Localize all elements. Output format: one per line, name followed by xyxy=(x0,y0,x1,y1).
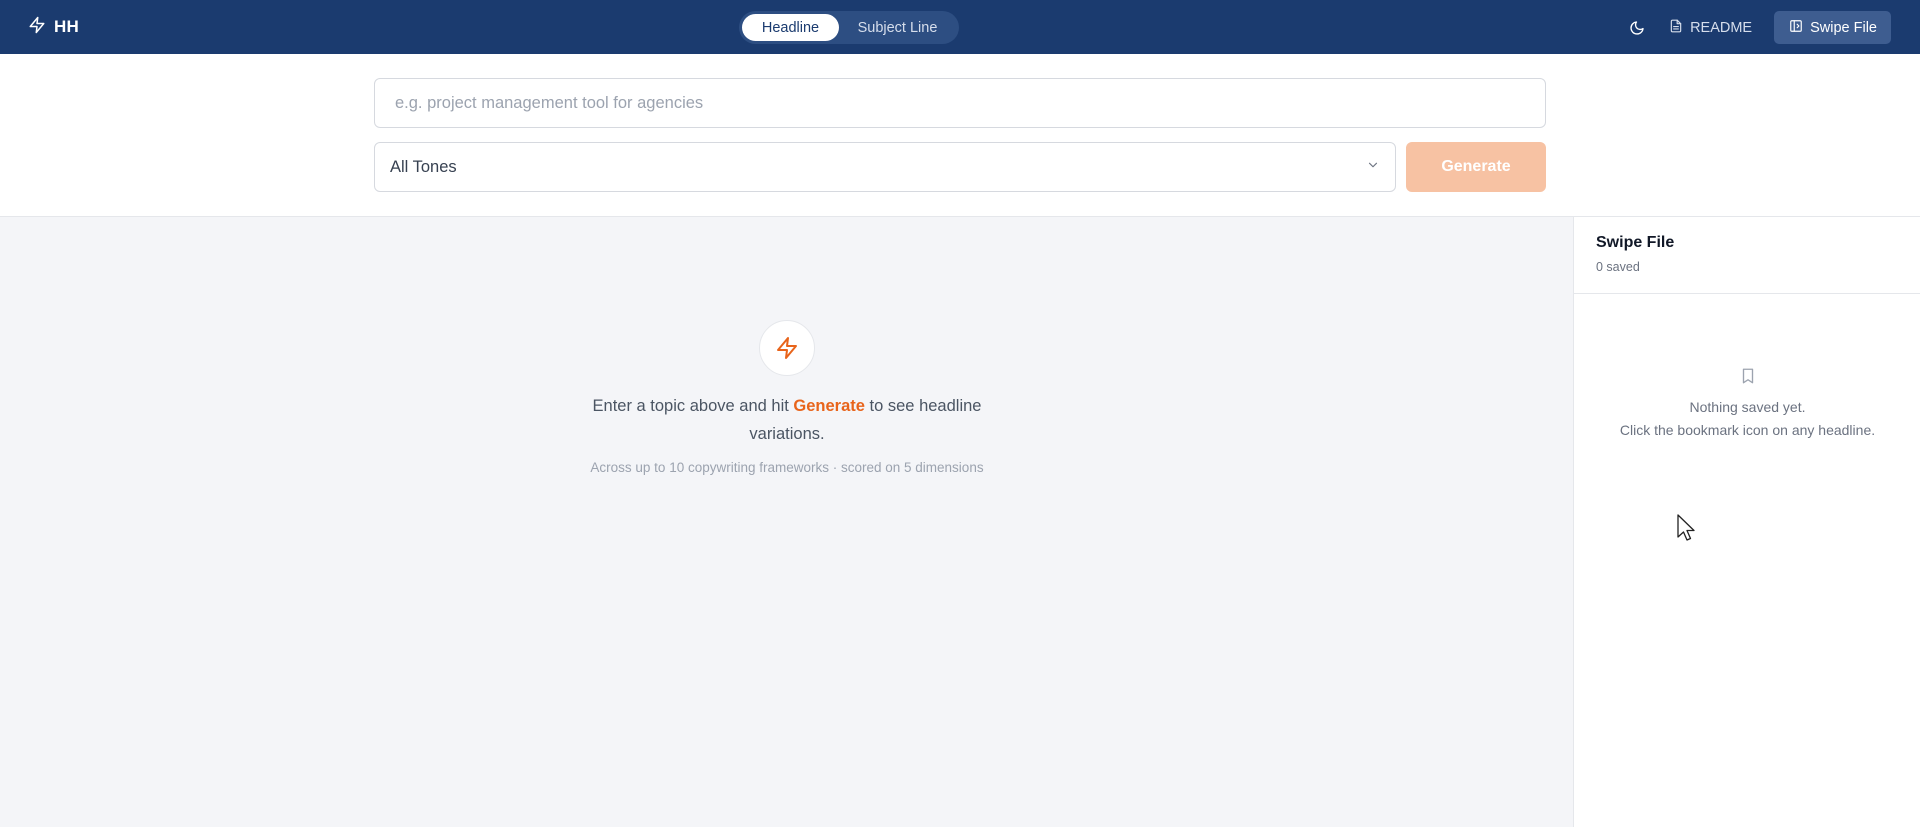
tab-headline[interactable]: Headline xyxy=(742,14,839,41)
swipe-file-label: Swipe File xyxy=(1810,19,1877,36)
brand-name: HH xyxy=(54,17,79,36)
swipe-file-button[interactable]: Swipe File xyxy=(1774,11,1891,44)
input-section: All Tones Generate xyxy=(0,54,1920,217)
empty-state-message: Enter a topic above and hit Generate to … xyxy=(587,392,987,448)
swipe-file-title: Swipe File xyxy=(1596,234,1675,251)
swipe-file-empty-hint: Click the bookmark icon on any headline. xyxy=(1619,422,1876,438)
swipe-file-count: 0 saved xyxy=(1596,260,1640,274)
empty-state-text-before: Enter a topic above and hit xyxy=(592,397,794,415)
sidebar-panel-icon xyxy=(1789,19,1803,37)
swipe-file-panel: Swipe File 0 saved Nothing saved yet. Cl… xyxy=(1573,217,1920,827)
chevron-down-icon xyxy=(1366,158,1380,177)
file-text-icon xyxy=(1669,19,1683,37)
tab-subject-line[interactable]: Subject Line xyxy=(839,14,956,41)
top-bar: HH Headline Subject Line README Swipe Fi… xyxy=(0,0,1920,54)
empty-state-highlight: Generate xyxy=(793,397,865,415)
mouse-cursor-icon xyxy=(1677,514,1695,541)
tone-select[interactable]: All Tones xyxy=(374,142,1396,192)
readme-label: README xyxy=(1690,19,1753,36)
bolt-icon xyxy=(759,320,815,376)
brand[interactable]: HH xyxy=(28,15,79,39)
bolt-icon xyxy=(28,16,46,39)
empty-state-subtext: Across up to 10 copywriting frameworks ·… xyxy=(590,460,984,475)
tone-select-value: All Tones xyxy=(390,157,457,176)
top-actions: README Swipe File xyxy=(1627,11,1891,44)
bookmark-icon xyxy=(1739,368,1757,389)
swipe-file-empty-title: Nothing saved yet. xyxy=(1689,399,1806,415)
swipe-file-header: Swipe File 0 saved xyxy=(1574,217,1920,294)
generate-button[interactable]: Generate xyxy=(1406,142,1546,192)
readme-link[interactable]: README xyxy=(1667,11,1754,44)
mode-toggle: Headline Subject Line xyxy=(739,11,959,44)
moon-icon[interactable] xyxy=(1627,18,1647,38)
results-area: Enter a topic above and hit Generate to … xyxy=(0,217,1573,827)
topic-input[interactable] xyxy=(374,78,1546,128)
swipe-file-empty: Nothing saved yet. Click the bookmark ic… xyxy=(1574,367,1920,442)
